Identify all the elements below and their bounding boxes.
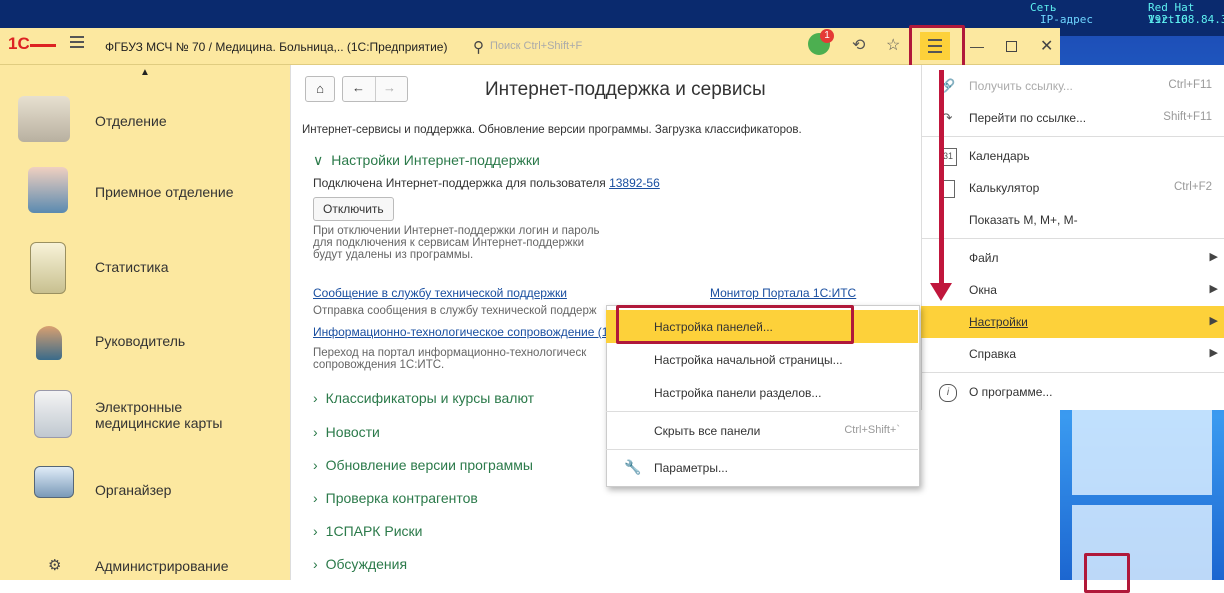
section-internet-support-settings[interactable]: ∨ Настройки Интернет-поддержки bbox=[313, 152, 540, 169]
desktop-ip-value: 192.168.84.32 bbox=[1148, 13, 1224, 26]
its-note: Переход на портал информационно-технолог… bbox=[313, 347, 587, 371]
sidebar-item-label: Электронные медицинские карты bbox=[95, 399, 223, 431]
menu-item-windows[interactable]: Окна ▶ bbox=[921, 274, 1224, 306]
minimize-icon[interactable]: — bbox=[970, 38, 984, 54]
window-title: ФГБУЗ МСЧ № 70 / Медицина. Больница,.. (… bbox=[105, 40, 448, 54]
sidebar-item-label: Статистика bbox=[95, 259, 169, 275]
portal-monitor-link[interactable]: Монитор Портала 1С:ИТС bbox=[710, 286, 856, 300]
menu-item-calculator[interactable]: Калькулятор Ctrl+F2 bbox=[921, 172, 1224, 204]
section-counterparty-check[interactable]: › Проверка контрагентов bbox=[313, 490, 478, 506]
highlight-frame bbox=[616, 305, 854, 344]
forward-icon[interactable]: → bbox=[383, 80, 396, 95]
section-spark-risks[interactable]: › 1СПАРК Риски bbox=[313, 523, 422, 539]
disconnect-note: При отключении Интернет-поддержки логин … bbox=[313, 225, 600, 261]
menu-divider bbox=[921, 136, 1224, 137]
menu-divider bbox=[921, 372, 1224, 373]
scroll-up-icon[interactable]: ▲ bbox=[140, 67, 150, 78]
submenu-item-start-page-settings[interactable]: Настройка начальной страницы... bbox=[606, 343, 918, 376]
sidebar-item-organizer[interactable]: Органайзер bbox=[0, 460, 290, 520]
info-icon: i bbox=[939, 384, 957, 402]
organizer-icon bbox=[34, 466, 74, 498]
sidebar-item-label: Приемное отделение bbox=[95, 184, 234, 200]
menu-divider bbox=[606, 449, 918, 450]
menu-divider bbox=[921, 238, 1224, 239]
medical-records-icon bbox=[34, 390, 72, 438]
menu-divider bbox=[606, 411, 918, 412]
sidebar-item-administration[interactable]: ⚙ Администрирование bbox=[0, 530, 290, 580]
its-link[interactable]: Информационно-технологическое сопровожде… bbox=[313, 325, 608, 339]
menu-item-goto-link[interactable]: ↷ Перейти по ссылке... Shift+F11 bbox=[921, 102, 1224, 134]
favorites-star-icon[interactable]: ☆ bbox=[886, 35, 900, 55]
menu-item-settings[interactable]: Настройки ▶ bbox=[921, 306, 1224, 338]
chevron-right-icon: › bbox=[313, 490, 318, 506]
disconnect-button[interactable]: Отключить bbox=[313, 197, 394, 221]
chevron-right-icon: › bbox=[313, 556, 318, 572]
sidebar-item-label: Отделение bbox=[95, 113, 167, 129]
notification-badge: 1 bbox=[820, 29, 834, 43]
sections-menu-icon[interactable] bbox=[70, 36, 84, 48]
submenu-arrow-icon: ▶ bbox=[1209, 251, 1218, 263]
chevron-down-icon: ∨ bbox=[313, 152, 324, 168]
nav-history-group: ← → bbox=[342, 76, 408, 102]
sidebar-item-label: Руководитель bbox=[95, 333, 186, 349]
home-button[interactable]: ⌂ bbox=[305, 76, 335, 102]
menu-item-help[interactable]: Справка ▶ bbox=[921, 338, 1224, 370]
search-icon: ⚲ bbox=[473, 39, 484, 56]
sidebar-item-manager[interactable]: Руководитель bbox=[0, 312, 290, 372]
statistics-icon bbox=[30, 242, 66, 294]
hospital-bed-icon bbox=[18, 96, 70, 142]
sidebar-item-department[interactable]: Отделение bbox=[0, 92, 290, 152]
submenu-arrow-icon: ▶ bbox=[1209, 347, 1218, 359]
chevron-right-icon: › bbox=[313, 523, 318, 539]
section-classifiers[interactable]: › Классификаторы и курсы валют bbox=[313, 390, 534, 406]
user-id-link[interactable]: 13892-56 bbox=[609, 176, 660, 190]
highlight-frame bbox=[1084, 553, 1130, 593]
nav-divider bbox=[375, 77, 376, 101]
back-icon[interactable]: ← bbox=[352, 80, 365, 95]
desktop-window-pane bbox=[1072, 410, 1212, 495]
close-icon[interactable]: ✕ bbox=[1040, 36, 1053, 56]
submenu-arrow-icon: ▶ bbox=[1209, 315, 1218, 327]
home-icon: ⌂ bbox=[316, 81, 324, 96]
desktop-ip-label: IP-адрес bbox=[1040, 13, 1093, 26]
submenu-item-hide-panels[interactable]: Скрыть все панели Ctrl+Shift+` bbox=[606, 414, 918, 447]
guide-arrow-head bbox=[930, 283, 952, 301]
chevron-right-icon: › bbox=[313, 390, 318, 406]
chevron-right-icon: › bbox=[313, 424, 318, 440]
doctor-icon bbox=[28, 167, 68, 213]
sidebar-item-label: Органайзер bbox=[95, 482, 172, 498]
connected-status: Подключена Интернет-поддержка для пользо… bbox=[313, 176, 660, 190]
guide-arrow-shaft bbox=[939, 70, 944, 284]
submenu-item-sections-panel-settings[interactable]: Настройка панели разделов... bbox=[606, 376, 918, 409]
maximize-icon[interactable] bbox=[1006, 41, 1017, 52]
menu-item-get-link[interactable]: 🔗 Получить ссылку... Ctrl+F11 bbox=[921, 70, 1224, 102]
menu-item-file[interactable]: Файл ▶ bbox=[921, 242, 1224, 274]
wrench-icon: 🔧 bbox=[624, 459, 642, 475]
menu-item-calendar[interactable]: 31 Календарь bbox=[921, 140, 1224, 172]
menu-item-about[interactable]: i О программе... bbox=[921, 376, 1224, 408]
submenu-item-parameters[interactable]: 🔧 Параметры... bbox=[606, 451, 918, 484]
search-input[interactable]: Поиск Ctrl+Shift+F bbox=[490, 40, 582, 52]
menu-item-show-memory[interactable]: Показать М, М+, М- bbox=[921, 204, 1224, 236]
section-discussions[interactable]: › Обсуждения bbox=[313, 556, 407, 572]
history-icon[interactable]: ⟲ bbox=[852, 35, 865, 55]
chevron-right-icon: › bbox=[313, 457, 318, 473]
app-logo: 1С bbox=[8, 34, 30, 53]
logo-underline bbox=[30, 44, 56, 47]
page-title: Интернет-поддержка и сервисы bbox=[485, 79, 766, 100]
manager-icon bbox=[36, 326, 62, 360]
support-note: Отправка сообщения в службу технической … bbox=[313, 305, 597, 317]
sidebar-item-statistics[interactable]: Статистика bbox=[0, 238, 290, 298]
section-news[interactable]: › Новости bbox=[313, 424, 380, 440]
gear-icon: ⚙ bbox=[48, 557, 62, 574]
sidebar-item-admission[interactable]: Приемное отделение bbox=[0, 163, 290, 223]
page-subtitle: Интернет-сервисы и поддержка. Обновление… bbox=[302, 124, 802, 136]
submenu-arrow-icon: ▶ bbox=[1209, 283, 1218, 295]
sidebar-item-medical-records[interactable]: Электронные медицинские карты bbox=[0, 386, 290, 446]
section-update[interactable]: › Обновление версии программы bbox=[313, 457, 533, 473]
support-message-link[interactable]: Сообщение в службу технической поддержки bbox=[313, 286, 567, 300]
sidebar-item-label: Администрирование bbox=[95, 558, 229, 574]
